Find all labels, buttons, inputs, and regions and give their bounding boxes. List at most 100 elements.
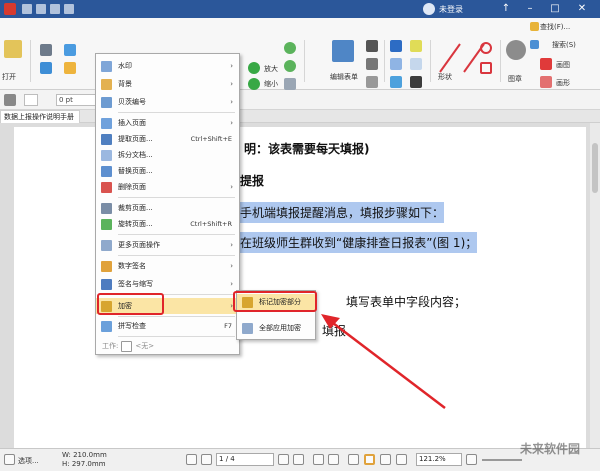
rotate-icon[interactable] bbox=[284, 42, 296, 54]
checkbox-field-icon[interactable] bbox=[366, 40, 378, 52]
email-icon[interactable] bbox=[40, 62, 52, 74]
single-page-icon[interactable] bbox=[348, 454, 359, 465]
prev-page-icon[interactable] bbox=[201, 454, 212, 465]
login-button[interactable]: 未登录 bbox=[423, 1, 463, 17]
rotate-left-icon[interactable] bbox=[284, 60, 296, 72]
menu-item-watermark[interactable]: 水印 › bbox=[96, 58, 239, 74]
spell-check-icon bbox=[101, 320, 112, 332]
polygon-icon[interactable] bbox=[480, 62, 492, 74]
menu-item-rotate-page[interactable]: 旋转页面... Ctrl+Shift+R bbox=[96, 216, 239, 232]
zoom-in-icon[interactable] bbox=[248, 62, 260, 74]
menu-item-insert-page[interactable]: 插入页面 › bbox=[96, 115, 239, 131]
circle-icon[interactable] bbox=[480, 42, 492, 54]
menu-item-replace-page[interactable]: 替换页面... bbox=[96, 163, 239, 179]
link-icon[interactable] bbox=[390, 76, 402, 88]
first-page-icon[interactable] bbox=[186, 454, 197, 465]
document-tab-label: 数据上报操作说明手册 bbox=[4, 113, 74, 121]
doc-line-6: 填报 bbox=[322, 324, 347, 338]
minimize-icon[interactable]: – bbox=[520, 0, 540, 18]
forward-icon[interactable] bbox=[328, 454, 339, 465]
find-label[interactable]: 查找(F)... bbox=[540, 22, 570, 32]
fill-color-icon[interactable] bbox=[4, 94, 16, 106]
draw-pen-icon[interactable] bbox=[540, 58, 552, 70]
eraser-icon[interactable] bbox=[540, 76, 552, 88]
split-icon bbox=[101, 149, 112, 161]
search-icon[interactable] bbox=[530, 40, 539, 49]
redo-icon[interactable] bbox=[64, 4, 74, 14]
width-label: W: 210.0mm bbox=[62, 451, 107, 459]
draw-label[interactable]: 画图 bbox=[556, 60, 570, 70]
back-icon[interactable] bbox=[313, 454, 324, 465]
menu-item-bates[interactable]: 贝茨编号 › bbox=[96, 94, 239, 110]
find-icon[interactable] bbox=[530, 22, 539, 31]
print-icon[interactable] bbox=[36, 4, 46, 14]
continuous-page-icon[interactable] bbox=[364, 454, 375, 465]
facing-page-icon[interactable] bbox=[380, 454, 391, 465]
zoom-out-icon[interactable] bbox=[248, 78, 260, 90]
zoom-out-button[interactable] bbox=[466, 454, 477, 465]
format-toolbar: 0 pt bbox=[0, 90, 600, 110]
highlight-icon[interactable] bbox=[410, 40, 422, 52]
menu-item-delete-page[interactable]: 删除页面 › bbox=[96, 179, 239, 195]
menu-item-extract-page[interactable]: 提取页面... Ctrl+Shift+E bbox=[96, 131, 239, 147]
ribbon: 打开 放大 缩小 编辑表单 形状 图章 查找(F)... 搜索(S) 画图 画形 bbox=[0, 18, 600, 90]
fit-options-icon[interactable] bbox=[4, 454, 15, 465]
line-width-input[interactable]: 0 pt bbox=[56, 94, 96, 106]
shape-label[interactable]: 形状 bbox=[438, 72, 452, 82]
undo-icon[interactable] bbox=[50, 4, 60, 14]
crop-icon bbox=[101, 202, 112, 214]
highlight-box-encrypt bbox=[97, 293, 164, 315]
submenu-item-apply-all[interactable]: 全部应用加密 bbox=[237, 320, 315, 336]
scrollbar-thumb[interactable] bbox=[592, 143, 598, 193]
hand-icon[interactable] bbox=[284, 78, 296, 90]
line-style-select[interactable] bbox=[24, 94, 38, 106]
doc-line-5: 填写表单中字段内容； bbox=[346, 295, 467, 309]
enlarge-label[interactable]: 放大 bbox=[264, 64, 278, 74]
maximize-icon[interactable]: □ bbox=[545, 0, 565, 18]
reduce-label[interactable]: 缩小 bbox=[264, 79, 278, 89]
avatar bbox=[423, 3, 435, 15]
delete-page-icon bbox=[101, 181, 112, 193]
document-tab[interactable]: 数据上报操作说明手册 bbox=[0, 110, 80, 123]
watermark: 未来软件园 bbox=[520, 442, 581, 456]
draw2-label[interactable]: 画形 bbox=[556, 78, 570, 88]
open-icon[interactable] bbox=[4, 40, 22, 58]
scan-icon[interactable] bbox=[40, 44, 52, 56]
note-icon[interactable] bbox=[410, 58, 422, 70]
zoom-slider[interactable] bbox=[482, 459, 522, 461]
pin-icon[interactable]: ↑ bbox=[496, 0, 516, 18]
sound-icon[interactable] bbox=[410, 76, 422, 88]
text-icon[interactable] bbox=[390, 40, 402, 52]
menu-item-background[interactable]: 背景 › bbox=[96, 76, 239, 92]
menu-item-workflow[interactable]: 工作: <无> bbox=[96, 338, 239, 354]
open-label[interactable]: 打开 bbox=[2, 72, 16, 82]
vertical-scrollbar[interactable] bbox=[590, 123, 600, 448]
fit-label[interactable]: 选项... bbox=[18, 456, 39, 466]
insert-page-icon bbox=[101, 117, 112, 129]
menu-item-more-page-ops[interactable]: 更多页面操作 › bbox=[96, 237, 239, 253]
menu-item-sign-initials[interactable]: 签名与缩写 › bbox=[96, 276, 239, 292]
background-icon bbox=[101, 78, 112, 90]
continuous-facing-icon[interactable] bbox=[396, 454, 407, 465]
list-field-icon[interactable] bbox=[366, 76, 378, 88]
zoom-select[interactable]: 121.2% bbox=[416, 453, 462, 466]
next-page-icon[interactable] bbox=[278, 454, 289, 465]
doc-line-3: 手机端填报提醒消息，填报步骤如下： bbox=[240, 202, 445, 223]
search-label[interactable]: 搜索(S) bbox=[552, 40, 576, 50]
stamp-label[interactable]: 图章 bbox=[508, 74, 522, 84]
cloud-icon[interactable] bbox=[64, 44, 76, 56]
edit-form-label[interactable]: 编辑表单 bbox=[330, 72, 358, 82]
edit-form-icon[interactable] bbox=[332, 40, 354, 62]
typewriter-icon[interactable] bbox=[390, 58, 402, 70]
radio-field-icon[interactable] bbox=[366, 58, 378, 70]
page-current[interactable]: 1 bbox=[219, 455, 223, 463]
menu-item-spell-check[interactable]: 拼写检查 F7 bbox=[96, 318, 239, 334]
menu-item-split-document[interactable]: 拆分文档... bbox=[96, 147, 239, 163]
menu-item-crop-page[interactable]: 裁剪页面... bbox=[96, 200, 239, 216]
stamp-icon[interactable] bbox=[506, 40, 526, 60]
folder-icon[interactable] bbox=[64, 62, 76, 74]
close-icon[interactable]: ✕ bbox=[572, 0, 592, 18]
save-icon[interactable] bbox=[22, 4, 32, 14]
last-page-icon[interactable] bbox=[293, 454, 304, 465]
menu-item-digital-signature[interactable]: 数字签名 › bbox=[96, 258, 239, 274]
